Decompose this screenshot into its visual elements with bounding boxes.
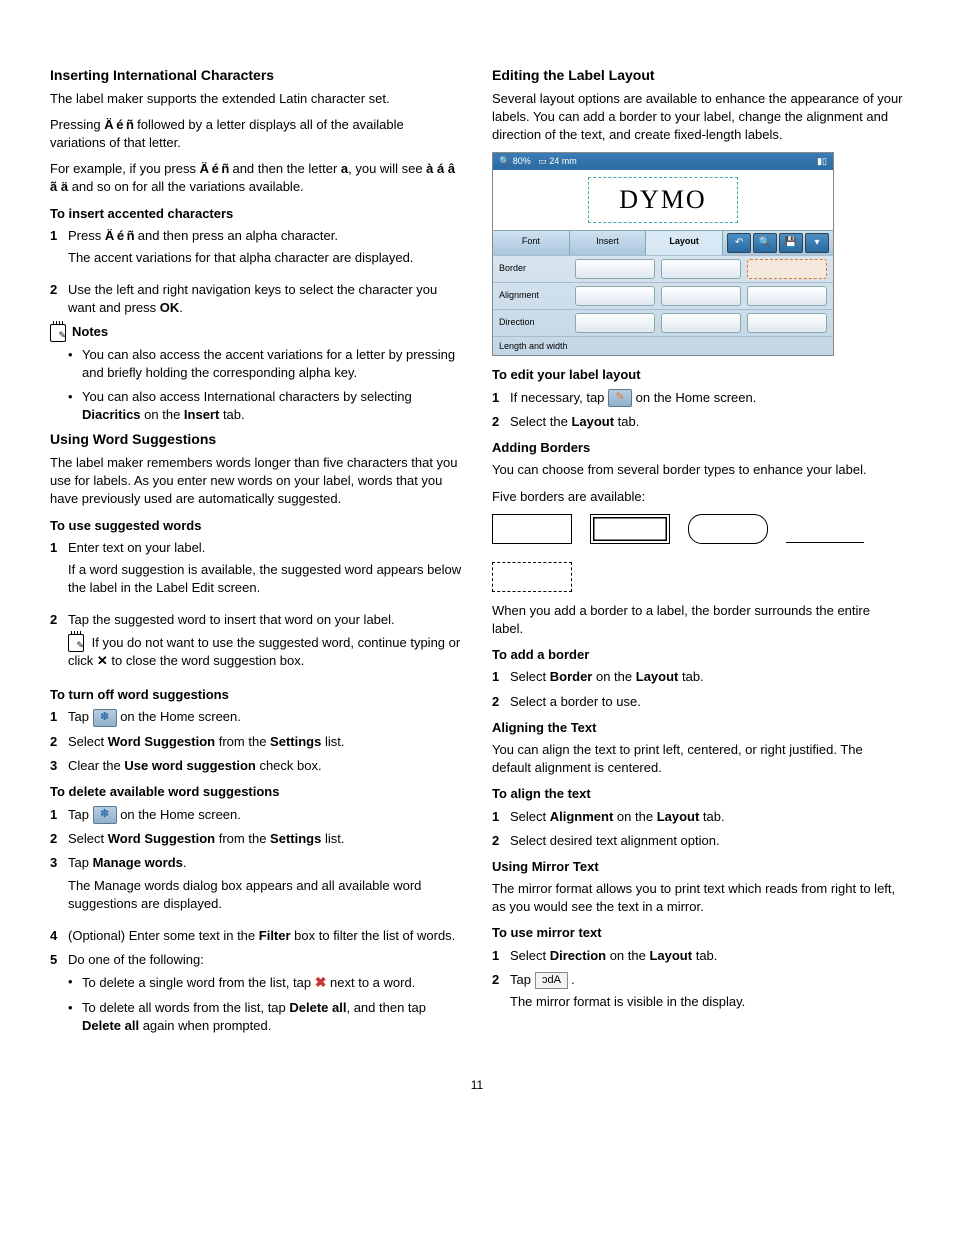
- accent-key-icon: Ä é ñ: [105, 228, 134, 243]
- step: 1 Select Alignment on the Layout tab.: [492, 808, 904, 826]
- step: 1 Enter text on your label. If a word su…: [50, 539, 462, 606]
- heading-edit-layout: Editing the Label Layout: [492, 66, 904, 86]
- close-icon: ✕: [97, 653, 108, 668]
- para: Several layout options are available to …: [492, 90, 904, 145]
- mirror-abc-icon: Abc: [535, 972, 568, 989]
- step: 2 Select the Layout tab.: [492, 413, 904, 431]
- align-option[interactable]: [575, 286, 655, 306]
- heading-to-use-mirror: To use mirror text: [492, 924, 904, 942]
- delete-x-icon: ✖: [315, 974, 327, 990]
- step: 2Select desired text alignment option.: [492, 832, 904, 850]
- note-icon: [50, 324, 66, 342]
- step: 2 Use the left and right navigation keys…: [50, 281, 462, 317]
- para: The mirror format allows you to print te…: [492, 880, 904, 916]
- step: 1 Select Direction on the Layout tab.: [492, 947, 904, 965]
- settings-icon: ✽: [93, 709, 117, 727]
- step: 1 Tap ✽ on the Home screen.: [50, 708, 462, 727]
- step: 4 (Optional) Enter some text in the Filt…: [50, 927, 462, 945]
- tab-layout[interactable]: Layout: [646, 231, 723, 255]
- heading-adding-borders: Adding Borders: [492, 439, 904, 457]
- ok-key-icon: OK: [160, 300, 180, 315]
- step: 1 Press Ä é ñ and then press an alpha ch…: [50, 227, 462, 275]
- step: 2 Select Word Suggestion from the Settin…: [50, 733, 462, 751]
- battery-icon: ▮▯: [817, 155, 827, 168]
- para: Five borders are available:: [492, 488, 904, 506]
- note-icon: [68, 634, 84, 652]
- heading-inserting-intl: Inserting International Characters: [50, 66, 462, 86]
- heading-turnoff-ws: To turn off word suggestions: [50, 686, 462, 704]
- step: 1 If necessary, tap ✎ on the Home screen…: [492, 389, 904, 408]
- note-item: You can also access International charac…: [68, 388, 462, 424]
- app-screenshot: 🔍 80% ▭ 24 mm ▮▯ DYMO Font Insert Layout…: [492, 152, 834, 356]
- direction-option[interactable]: [747, 313, 827, 333]
- heading-insert-accented: To insert accented characters: [50, 205, 462, 223]
- save-icon[interactable]: 💾: [779, 233, 803, 253]
- border-sample-dashed: [492, 562, 572, 592]
- zoom-icon: 🔍: [499, 156, 510, 166]
- align-option[interactable]: [747, 286, 827, 306]
- step: 1 Select Border on the Layout tab.: [492, 668, 904, 686]
- dropdown-icon[interactable]: ▾: [805, 233, 829, 253]
- heading-word-suggestions: Using Word Suggestions: [50, 430, 462, 450]
- border-sample-underline: [786, 514, 864, 543]
- para: The label maker remembers words longer t…: [50, 454, 462, 509]
- heading-to-edit-layout: To edit your label layout: [492, 366, 904, 384]
- heading-delete-ws: To delete available word suggestions: [50, 783, 462, 801]
- heading-to-align-text: To align the text: [492, 785, 904, 803]
- para: The label maker supports the extended La…: [50, 90, 462, 108]
- align-option[interactable]: [661, 286, 741, 306]
- heading-use-suggested: To use suggested words: [50, 517, 462, 535]
- border-sample-double: [590, 514, 670, 544]
- para: You can align the text to print left, ce…: [492, 741, 904, 777]
- label-preview: DYMO: [588, 177, 737, 223]
- step: 2Select a border to use.: [492, 693, 904, 711]
- step: 2 Tap the suggested word to insert that …: [50, 611, 462, 678]
- edit-icon: ✎: [608, 389, 632, 407]
- heading-aligning-text: Aligning the Text: [492, 719, 904, 737]
- heading-mirror-text: Using Mirror Text: [492, 858, 904, 876]
- step: 5 Do one of the following: To delete a s…: [50, 951, 462, 1041]
- step: 3 Clear the Use word suggestion check bo…: [50, 757, 462, 775]
- cassette-icon: ▭: [538, 156, 547, 166]
- tab-font[interactable]: Font: [493, 231, 570, 255]
- settings-icon: ✽: [93, 806, 117, 824]
- border-option-selected[interactable]: [747, 259, 827, 279]
- border-sample-rounded: [688, 514, 768, 544]
- direction-option[interactable]: [575, 313, 655, 333]
- accent-key-icon: Ä é ñ: [104, 117, 133, 132]
- para: When you add a border to a label, the bo…: [492, 602, 904, 638]
- para: Pressing Ä é ñ followed by a letter disp…: [50, 116, 462, 152]
- undo-icon[interactable]: ↶: [727, 233, 751, 253]
- border-option[interactable]: [575, 259, 655, 279]
- step: 3 Tap Manage words. The Manage words dia…: [50, 854, 462, 921]
- accent-key-icon: Ä é ñ: [200, 161, 229, 176]
- border-option[interactable]: [661, 259, 741, 279]
- tab-insert[interactable]: Insert: [570, 231, 647, 255]
- page-number: 11: [50, 1077, 904, 1094]
- notes-label: Notes: [72, 323, 108, 341]
- note-item: You can also access the accent variation…: [68, 346, 462, 382]
- para: You can choose from several border types…: [492, 461, 904, 479]
- border-sample-solid: [492, 514, 572, 544]
- zoom-icon[interactable]: 🔍: [753, 233, 777, 253]
- para: For example, if you press Ä é ñ and then…: [50, 160, 462, 196]
- direction-option[interactable]: [661, 313, 741, 333]
- heading-to-add-border: To add a border: [492, 646, 904, 664]
- step: 1 Tap ✽ on the Home screen.: [50, 806, 462, 825]
- step: 2 Select Word Suggestion from the Settin…: [50, 830, 462, 848]
- border-samples: [492, 514, 904, 592]
- step: 2 Tap Abc . The mirror format is visible…: [492, 971, 904, 1019]
